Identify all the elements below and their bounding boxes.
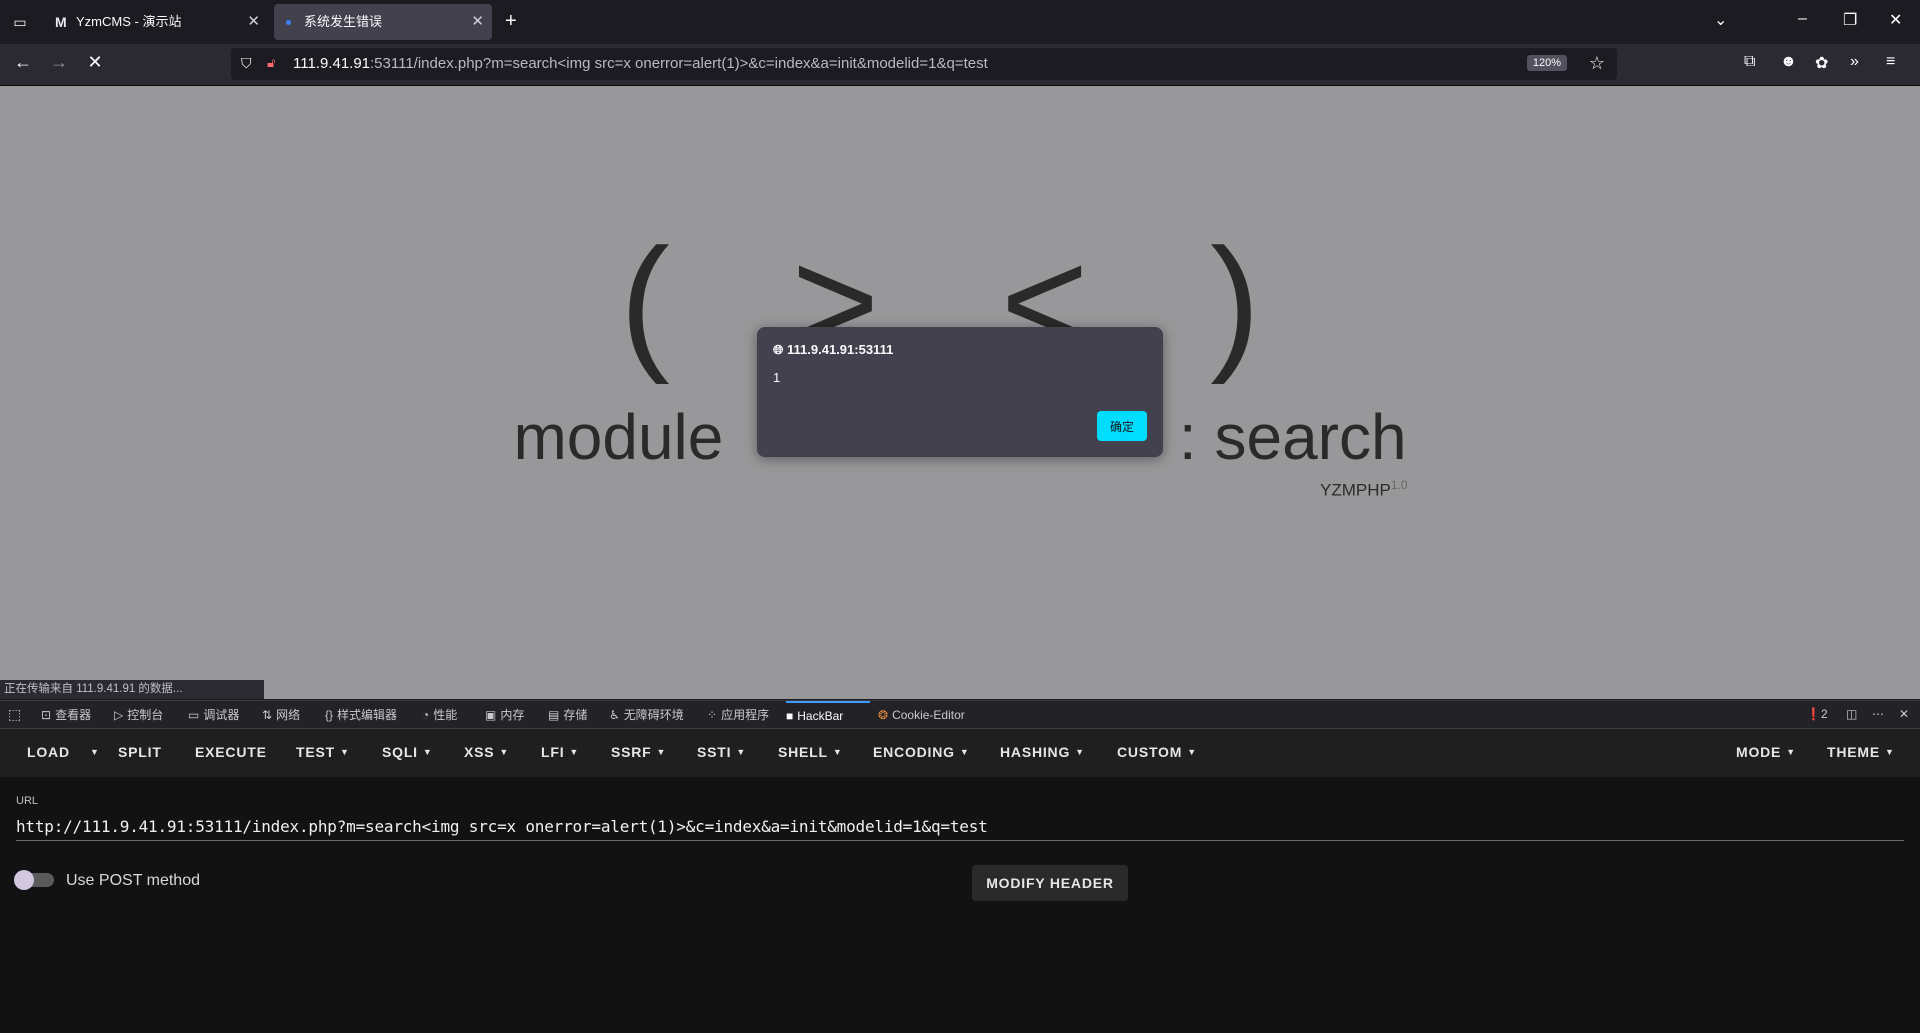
insecure-lock-icon[interactable]: 🔓︎ (267, 55, 275, 71)
performance-icon: ◔ (422, 708, 430, 722)
overflow-chevron-icon[interactable]: » (1850, 53, 1859, 71)
framework-brand: YZMPHP1.0 (1320, 478, 1408, 500)
globe-icon: 🌐︎ (773, 342, 784, 357)
chevron-down-icon[interactable]: ⌄ (1714, 10, 1727, 30)
page-content: ( > < ) module : search YZMPHP1.0 🌐︎ 111… (0, 86, 1920, 699)
sqli-menu[interactable]: SQLI ▼ (382, 744, 433, 760)
element-picker-icon[interactable]: ⬚ (8, 706, 21, 723)
navigation-bar: ← → ✕ ⛉ 🔓︎ 111.9.41.91:53111/index.php?m… (0, 44, 1920, 86)
devtools-tab-cookie-editor[interactable]: ❂ Cookie-Editor (878, 701, 965, 729)
url-text[interactable]: 111.9.41.91:53111/index.php?m=search<img… (293, 55, 988, 72)
hackbar-panel: LOAD ▼ SPLIT EXECUTE TEST ▼ SQLI ▼ XSS ▼ LF… (0, 729, 1920, 1033)
back-icon[interactable]: ← (11, 52, 35, 73)
tab-yzmcms[interactable]: M YzmCMS - 演示站 ✕ (46, 4, 268, 40)
inspector-icon: ⊡ (41, 708, 52, 722)
hackbar-menu: LOAD ▼ SPLIT EXECUTE TEST ▼ SQLI ▼ XSS ▼ LF… (0, 729, 1920, 777)
close-window-icon[interactable]: ✕ (1889, 10, 1902, 30)
extensions-icon[interactable]: ⧉ (1744, 53, 1755, 71)
console-icon: ▷ (114, 708, 124, 722)
bookmark-star-icon[interactable]: ☆ (1589, 53, 1605, 74)
devtools-tab-debugger[interactable]: ▭ 调试器 (188, 701, 239, 729)
new-tab-icon[interactable]: + (505, 10, 517, 33)
close-tab-icon[interactable]: ✕ (471, 4, 484, 40)
application-icon: ⁘ (707, 708, 718, 722)
shield-icon[interactable]: ⛉ (241, 55, 252, 72)
profile-icon[interactable]: ☻ (1780, 53, 1797, 71)
toggle-knob[interactable] (14, 870, 34, 890)
devtools-tab-accessibility[interactable]: ♿︎ 无障碍环境 (609, 701, 684, 729)
url-field-underline (16, 840, 1904, 841)
ssti-menu[interactable]: SSTI ▼ (697, 744, 746, 760)
devtools-tab-inspector[interactable]: ⊡ 查看器 (41, 701, 91, 729)
status-text: 正在传输来自 111.9.41.91 的数据... (0, 680, 264, 699)
hackbar-icon: ■ (786, 709, 794, 723)
list-all-tabs-icon[interactable]: ▭ (10, 12, 30, 32)
storage-icon: ▤ (548, 708, 560, 722)
shell-menu[interactable]: SHELL ▼ (778, 744, 843, 760)
close-tab-icon[interactable]: ✕ (247, 4, 260, 40)
close-devtools-icon[interactable]: ✕ (1899, 707, 1909, 721)
lfi-menu[interactable]: LFI ▼ (541, 744, 579, 760)
post-method-toggle[interactable] (14, 870, 54, 890)
error-icon: ❗ (1806, 707, 1821, 721)
ok-button[interactable]: 确定 (1097, 411, 1147, 441)
devtools-toolbar: ⬚ ⊡ 查看器 ▷ 控制台 ▭ 调试器 ⇅ 网络 {} 样式编辑器 ◔ 性能 ▣ 内存 ▤ 存储… (0, 700, 1920, 729)
devtools-tab-performance[interactable]: ◔ 性能 (422, 701, 457, 729)
theme-menu[interactable]: THEME ▼ (1827, 744, 1895, 760)
dock-toggle-icon[interactable]: ◫ (1846, 707, 1857, 721)
url-field[interactable]: http://111.9.41.91:53111/index.php?m=sea… (16, 817, 988, 836)
tab-strip: ▭ M YzmCMS - 演示站 ✕ 系统发生错误 ✕ + ⌄ – ❐ ✕ (0, 0, 1920, 44)
devtools-tab-application[interactable]: ⁘ 应用程序 (707, 701, 769, 729)
cookie-icon: ❂ (878, 708, 889, 722)
zoom-badge[interactable]: 120% (1526, 55, 1567, 71)
more-options-icon[interactable]: ⋯ (1872, 707, 1884, 721)
split-button[interactable]: SPLIT (118, 744, 162, 760)
stop-icon[interactable]: ✕ (83, 52, 107, 73)
post-method-label: Use POST method (66, 872, 200, 889)
load-button[interactable]: LOAD (27, 744, 70, 760)
network-icon: ⇅ (262, 708, 273, 722)
devtools-tab-network[interactable]: ⇅ 网络 (262, 701, 300, 729)
tab-favicon: M (55, 14, 67, 30)
dialog-message: 1 (773, 370, 781, 385)
url-bar[interactable]: ⛉ 🔓︎ 111.9.41.91:53111/index.php?m=searc… (231, 48, 1617, 80)
tab-error-page[interactable]: 系统发生错误 ✕ (274, 4, 492, 40)
test-menu[interactable]: TEST ▼ (296, 744, 350, 760)
tab-title: 系统发生错误 (304, 14, 383, 29)
execute-button[interactable]: EXECUTE (195, 744, 267, 760)
loading-dot-icon (286, 20, 291, 25)
menu-icon[interactable]: ≡ (1886, 53, 1895, 71)
load-dropdown-caret[interactable]: ▼ (85, 744, 100, 760)
minimize-icon[interactable]: – (1798, 10, 1807, 28)
cookie-editor-icon[interactable]: ✿ (1815, 53, 1828, 73)
devtools-tab-hackbar[interactable]: ■ HackBar (786, 701, 870, 729)
memory-icon: ▣ (485, 708, 497, 722)
tab-title: YzmCMS - 演示站 (76, 14, 182, 29)
custom-menu[interactable]: CUSTOM ▼ (1117, 744, 1197, 760)
modify-header-button[interactable]: MODIFY HEADER (972, 865, 1128, 901)
restore-icon[interactable]: ❐ (1843, 10, 1857, 30)
ssrf-menu[interactable]: SSRF ▼ (611, 744, 666, 760)
accessibility-icon: ♿︎ (609, 708, 620, 722)
devtools-tab-storage[interactable]: ▤ 存储 (548, 701, 587, 729)
error-count-badge[interactable]: ❗2 (1806, 707, 1828, 721)
encoding-menu[interactable]: ENCODING ▼ (873, 744, 970, 760)
dialog-origin: 🌐︎ 111.9.41.91:53111 (773, 342, 894, 357)
style-editor-icon: {} (325, 708, 334, 722)
devtools-tab-memory[interactable]: ▣ 内存 (485, 701, 524, 729)
alert-dialog: 🌐︎ 111.9.41.91:53111 1 确定 (757, 327, 1163, 457)
xss-menu[interactable]: XSS ▼ (464, 744, 509, 760)
hashing-menu[interactable]: HASHING ▼ (1000, 744, 1085, 760)
devtools-tab-style-editor[interactable]: {} 样式编辑器 (325, 701, 397, 729)
devtools-tab-console[interactable]: ▷ 控制台 (114, 701, 163, 729)
mode-menu[interactable]: MODE ▼ (1736, 744, 1796, 760)
url-field-label: URL (16, 795, 39, 807)
forward-icon[interactable]: → (47, 52, 71, 73)
debugger-icon: ▭ (188, 708, 200, 722)
